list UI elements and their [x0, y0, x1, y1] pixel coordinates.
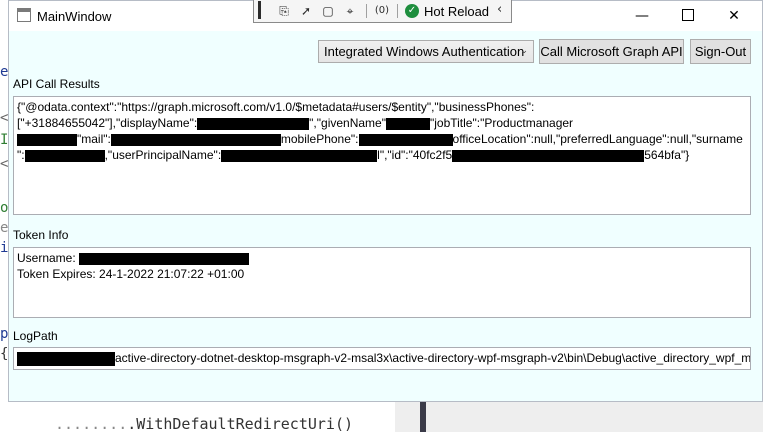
xaml-hot-reload-toolbar: ⎘ ➚ ▢ ⌖ (0) ✓ Hot Reload ‹ [253, 0, 512, 23]
api-text-line: ": ,"userPrincipalName": l","id":"40fc2f5 5… [17, 148, 690, 162]
chevron-down-icon: ⌄ [520, 45, 528, 55]
log-path-label: LogPath [13, 329, 58, 343]
select-element-icon[interactable]: ⎘ [276, 3, 292, 19]
token-info-label: Token Info [13, 228, 69, 242]
hot-reload-check-icon: ✓ [405, 4, 419, 18]
api-results-label: API Call Results [13, 77, 100, 91]
editor-code-line: .........WithDefaultRedirectUri() [55, 415, 354, 433]
maximize-icon [682, 9, 694, 21]
token-username-line: Username: [17, 250, 250, 266]
api-text-line: ["+31884655042"],"displayName": ","givenN… [17, 116, 574, 130]
collapse-toolbar-icon[interactable]: ‹ [497, 2, 502, 17]
main-window: MainWindow — ✕ Integrated Windows Authen… [8, 0, 763, 402]
token-info-textbox[interactable]: Username: Token Expires: 24-1-2022 21:07… [13, 247, 751, 318]
api-text-line: "mail": mobilePhone": officeLocation":null… [17, 131, 743, 147]
maximize-button[interactable] [665, 1, 711, 31]
sign-out-button[interactable]: Sign-Out [690, 39, 751, 64]
drag-handle-icon[interactable] [258, 1, 272, 19]
inspect-cursor-icon[interactable]: ➚ [298, 3, 314, 19]
display-adorners-icon[interactable]: ▢ [320, 3, 336, 19]
hot-reload-label[interactable]: Hot Reload [424, 4, 489, 19]
app-window-icon [17, 8, 31, 22]
call-graph-api-button[interactable]: Call Microsoft Graph API [539, 39, 684, 64]
track-focus-icon[interactable]: ⌖ [342, 3, 358, 19]
minimize-button[interactable]: — [619, 1, 665, 31]
binding-failures-icon[interactable]: (0) [374, 3, 390, 19]
api-results-textbox[interactable]: {"@odata.context":"https://graph.microso… [13, 96, 751, 215]
ide-panel-background [395, 402, 763, 432]
auth-mode-dropdown[interactable]: Integrated Windows Authentication ⌄ [318, 40, 534, 63]
window-title: MainWindow [37, 9, 112, 24]
token-expires-line: Token Expires: 24-1-2022 21:07:22 +01:00 [17, 267, 245, 281]
toolbar-separator [366, 4, 367, 18]
log-path-text: active-directory-dotnet-desktop-msgraph-… [115, 351, 751, 365]
log-path-textbox[interactable]: active-directory-dotnet-desktop-msgraph-… [13, 347, 751, 370]
api-text-line: {"@odata.context":"https://graph.microso… [17, 100, 535, 114]
close-button[interactable]: ✕ [711, 1, 757, 31]
auth-mode-selected: Integrated Windows Authentication [324, 44, 525, 59]
toolbar-separator [397, 4, 398, 18]
ide-scrollbar[interactable] [420, 402, 426, 432]
